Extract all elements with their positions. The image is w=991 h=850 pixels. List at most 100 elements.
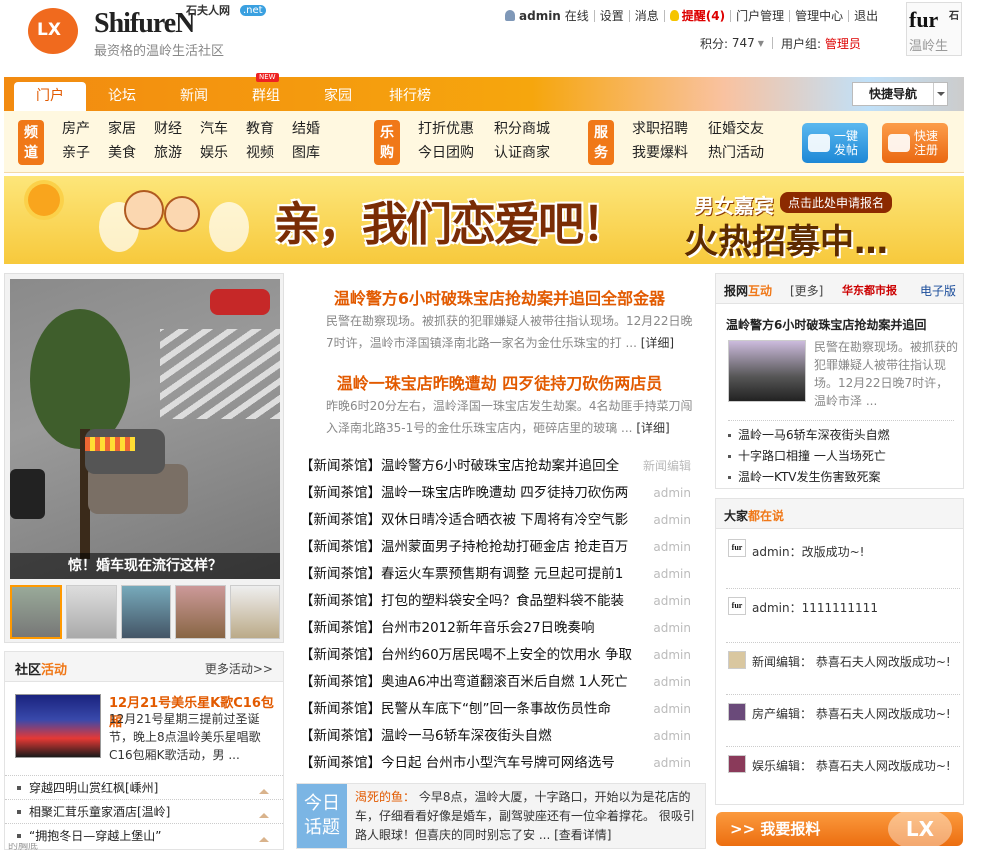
channel-link[interactable]: 教育 — [246, 119, 292, 139]
bulb-icon — [669, 10, 679, 21]
news-item[interactable]: 【新闻茶馆】温岭一珠宝店昨晚遭劫 四歹徒持刀砍伤两 admin — [292, 480, 707, 507]
headline-title[interactable]: 温岭警方6小时破珠宝店抢劫案并追回全部金器 — [292, 285, 707, 309]
event-image[interactable] — [15, 694, 101, 758]
paper-image[interactable] — [728, 340, 806, 402]
news-item[interactable]: 【新闻茶馆】温岭一马6轿车深夜街头自燃 admin — [292, 723, 707, 750]
nav-news[interactable]: 新闻 — [158, 82, 230, 111]
news-item[interactable]: 【新闻茶馆】双休日晴冷适合晒衣被 下周将有冷空气影 admin — [292, 507, 707, 534]
nav-group[interactable]: NEW 群组 — [230, 73, 302, 111]
news-item[interactable]: 【新闻茶馆】今日起 台州市小型汽车号牌可网络选号 admin — [292, 750, 707, 777]
talk-item[interactable]: 房产编辑： 恭喜石夫人网改版成功~! — [726, 695, 960, 747]
detail-link[interactable]: [详细] — [641, 336, 674, 350]
list-item[interactable]: 温岭一马6轿车深夜街头自燃 — [728, 425, 954, 446]
slider-thumb[interactable] — [10, 585, 63, 639]
slider-thumb[interactable] — [66, 585, 117, 639]
logout-link[interactable]: 退出 — [849, 10, 883, 22]
portal-admin-link[interactable]: 门户管理 — [731, 10, 791, 22]
service-link[interactable]: 我要爆料 — [632, 143, 708, 163]
talk-item[interactable]: fur admin：1111111111 — [726, 589, 960, 643]
news-item[interactable]: 【新闻茶馆】奥迪A6冲出弯道翻滚百米后自燃 1人死亡 admin — [292, 669, 707, 696]
news-item[interactable]: 【新闻茶馆】民警从车底下“刨”回一条事故伤员性命 admin — [292, 696, 707, 723]
news-item[interactable]: 【新闻茶馆】打包的塑料袋安全吗？食品塑料袋不能装 admin — [292, 588, 707, 615]
site-logo[interactable]: LX ShifureN 石夫人网 .net 最资格的温岭生活社区 — [28, 2, 268, 59]
channel-link[interactable]: 美食 — [108, 143, 154, 163]
epaper-link[interactable]: 电子版 — [920, 282, 956, 299]
channel-link[interactable]: 亲子 — [62, 143, 108, 163]
user-icon — [505, 10, 515, 21]
username-link[interactable]: admin — [519, 9, 561, 23]
points-dropdown-icon[interactable]: ▼ — [758, 39, 764, 48]
section-title: 社区活动 — [15, 663, 68, 678]
paper-headline[interactable]: 温岭警方6小时破珠宝店抢劫案并追回 — [726, 316, 926, 333]
more-activities-link[interactable]: 更多活动>> — [205, 660, 273, 677]
avatar[interactable] — [728, 651, 746, 669]
channel-link[interactable]: 汽车 — [200, 119, 246, 139]
news-item[interactable]: 【新闻茶馆】温州蒙面男子持枪抢劫打砸金店 抢走百万 admin — [292, 534, 707, 561]
detail-link[interactable]: [详细] — [636, 421, 669, 435]
report-logo: LX — [888, 812, 952, 846]
banner-apply-link[interactable]: 点击此处申请报名 — [780, 192, 893, 213]
slider-image[interactable]: 惊！婚车现在流行这样？ — [10, 279, 280, 579]
talk-text: 新闻编辑： 恭喜石夫人网改版成功~! — [752, 655, 951, 669]
slider-thumb[interactable] — [229, 585, 281, 639]
section-header: 社区活动 更多活动>> — [5, 652, 283, 682]
channel-link[interactable]: 图库 — [292, 143, 338, 163]
avatar[interactable]: fur — [728, 539, 746, 557]
detail-link[interactable]: [查看详情] — [554, 828, 611, 842]
shopping-link[interactable]: 打折优惠 — [418, 119, 494, 139]
channel-link[interactable]: 家居 — [108, 119, 154, 139]
news-item[interactable]: 【新闻茶馆】春运火车票预售期有调整 元旦起可提前1 admin — [292, 561, 707, 588]
channel-link[interactable]: 结婚 — [292, 119, 338, 139]
service-link[interactable]: 热门活动 — [708, 143, 784, 163]
topic-author[interactable]: 渴死的鱼： — [355, 790, 415, 804]
shopping-links: 打折优惠 积分商城 今日团购 认证商家 — [418, 119, 570, 163]
news-item[interactable]: 【新闻茶馆】台州约60万居民喝不上安全的饮用水 争取 admin — [292, 642, 707, 669]
talk-item[interactable]: 新闻编辑： 恭喜石夫人网改版成功~! — [726, 643, 960, 695]
messages-link[interactable]: 消息 — [630, 10, 665, 22]
avatar[interactable]: fur 石 温岭生 — [906, 2, 962, 56]
shopping-link[interactable]: 认证商家 — [494, 143, 570, 163]
nav-home[interactable]: 家园 — [302, 82, 374, 111]
shopping-link[interactable]: 积分商城 — [494, 119, 570, 139]
points-value[interactable]: 747 — [732, 36, 755, 50]
section-header: 报网互动 [更多] 华东都市报 电子版 — [716, 274, 963, 304]
promo-banner[interactable]: 亲，我们恋爱吧！ 男女嘉宾 点击此处申请报名 火热招募中… — [4, 176, 964, 264]
admin-center-link[interactable]: 管理中心 — [790, 10, 850, 22]
service-link[interactable]: 求职招聘 — [632, 119, 708, 139]
nav-ranking[interactable]: 排行榜 — [374, 82, 446, 111]
report-news-button[interactable]: >> 我要报料 LX — [716, 812, 963, 846]
headline-title[interactable]: 温岭一珠宝店昨晚遭劫 四歹徒持刀砍伤两店员 — [292, 370, 707, 394]
slider-thumb[interactable] — [120, 585, 172, 639]
list-item[interactable]: 十字路口相撞 一人当场死亡 — [728, 446, 954, 467]
list-item[interactable]: 穿越四明山赏红枫[嵊州] — [5, 775, 283, 799]
channel-link[interactable]: 娱乐 — [200, 143, 246, 163]
avatar[interactable]: fur — [728, 597, 746, 615]
user-group[interactable]: 管理员 — [825, 35, 861, 52]
logo-badge: LX — [28, 8, 78, 54]
talk-item[interactable]: 娱乐编辑： 恭喜石夫人网改版成功~! — [726, 747, 960, 799]
quick-register-button[interactable]: 快速 注册 — [882, 123, 948, 163]
quick-nav-button[interactable]: 快捷导航 — [852, 82, 948, 106]
channel-link[interactable]: 旅游 — [154, 143, 200, 163]
list-item[interactable]: 温岭一KTV发生伤害致死案 — [728, 467, 954, 488]
channel-link[interactable]: 视频 — [246, 143, 292, 163]
more-link[interactable]: [更多] — [790, 282, 823, 299]
channel-link[interactable]: 财经 — [154, 119, 200, 139]
quick-post-button[interactable]: 一键 发帖 — [802, 123, 868, 163]
avatar[interactable] — [728, 703, 746, 721]
slider-thumb[interactable] — [175, 585, 226, 639]
nav-portal[interactable]: 门户 — [14, 82, 86, 111]
avatar[interactable] — [728, 755, 746, 773]
service-link[interactable]: 征婚交友 — [708, 119, 784, 139]
news-item[interactable]: 【新闻茶馆】温岭警方6小时破珠宝店抢劫案并追回全 新闻编辑 — [292, 453, 707, 480]
channel-link[interactable]: 房产 — [62, 119, 108, 139]
chevron-down-icon — [933, 83, 947, 105]
newspaper-logo[interactable]: 华东都市报 — [842, 282, 897, 298]
news-item[interactable]: 【新闻茶馆】台州市2012新年音乐会27日晚奏响 admin — [292, 615, 707, 642]
shopping-link[interactable]: 今日团购 — [418, 143, 494, 163]
list-item[interactable]: 相聚汇茸乐童家酒店[温岭] — [5, 799, 283, 823]
remind-link[interactable]: 提醒(4) — [665, 10, 732, 22]
settings-link[interactable]: 设置 — [595, 10, 630, 22]
nav-forum[interactable]: 论坛 — [86, 82, 158, 111]
talk-item[interactable]: fur admin：改版成功~! — [726, 531, 960, 589]
